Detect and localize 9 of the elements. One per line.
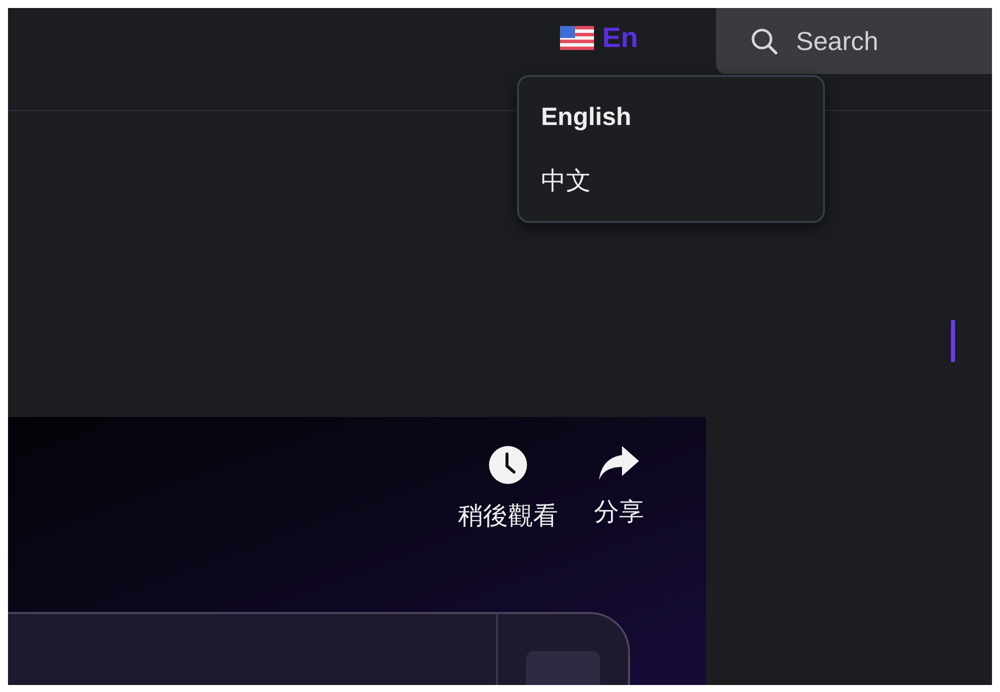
language-option[interactable]: 中文 <box>519 154 613 207</box>
flag-icon <box>560 26 594 50</box>
share-button[interactable]: 分享 <box>594 445 644 532</box>
search-field[interactable]: Search <box>716 8 992 74</box>
watch-later-button[interactable]: 稍後觀看 <box>458 445 558 532</box>
clock-icon <box>488 445 528 485</box>
language-option[interactable]: English <box>519 93 654 142</box>
share-arrow-icon <box>598 445 640 481</box>
scroll-indicator <box>951 320 955 362</box>
